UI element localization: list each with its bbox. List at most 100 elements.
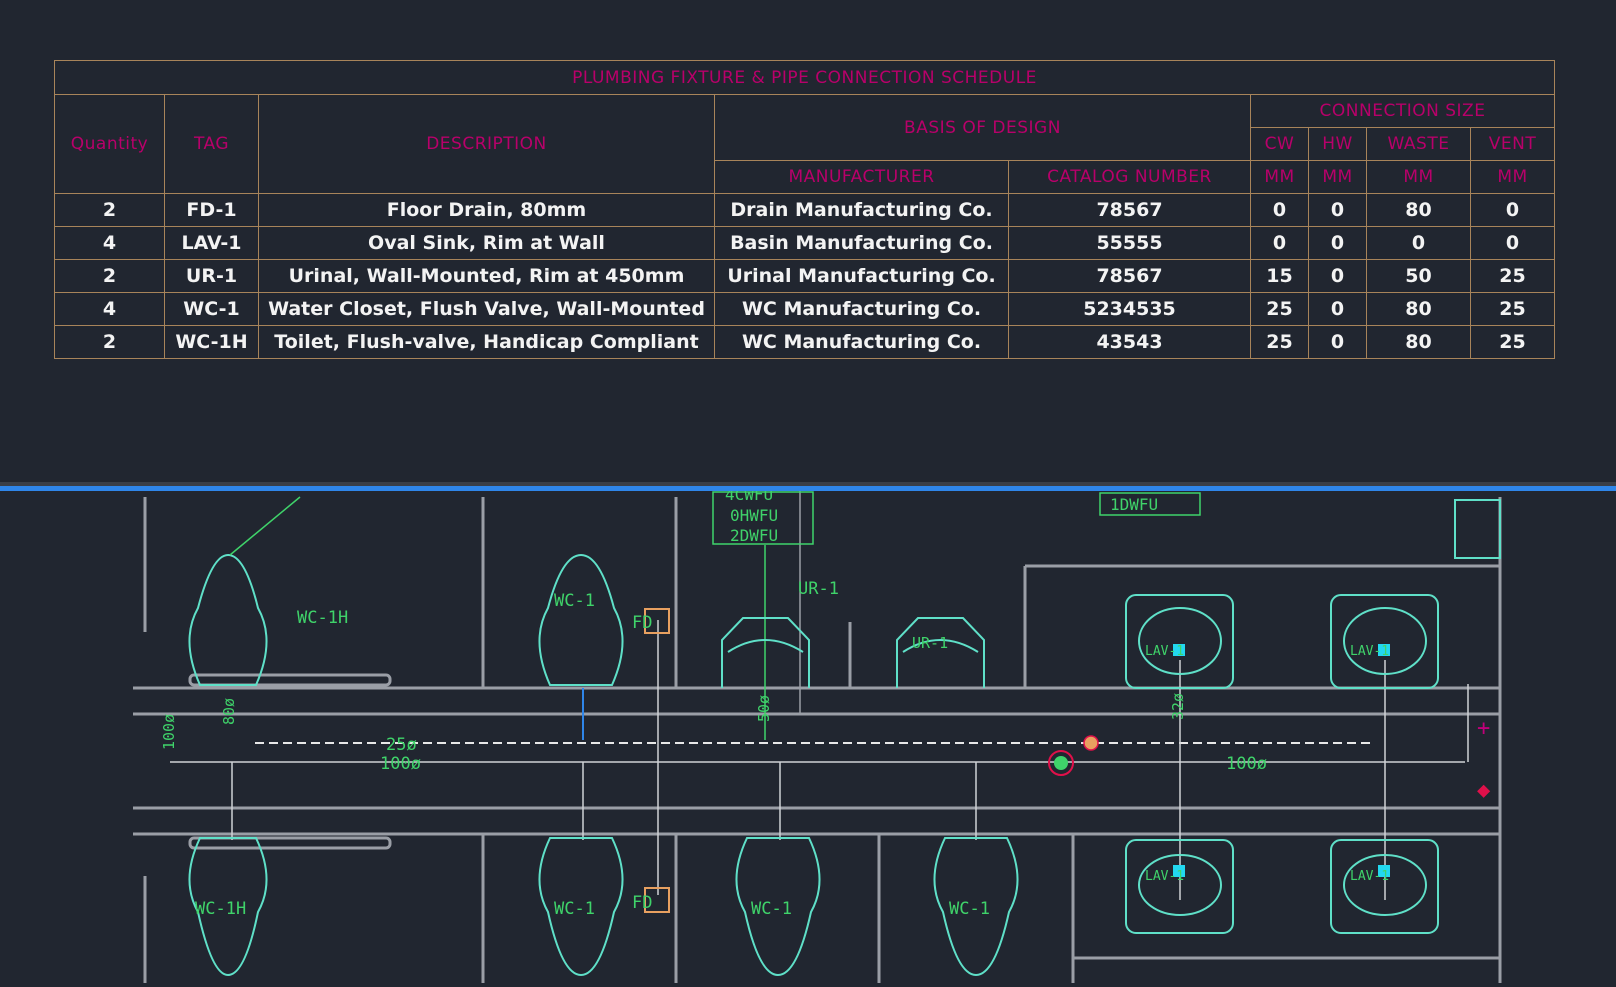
waste-cell: 80 bbox=[1366, 292, 1471, 326]
wc1h-bottom-label: WC-1H bbox=[195, 899, 246, 919]
cw-cell: 25 bbox=[1250, 325, 1309, 359]
manufacturer-cell: WC Manufacturing Co. bbox=[714, 325, 1009, 359]
vent-cell: 25 bbox=[1470, 292, 1555, 326]
fd-bottom-label: FD bbox=[632, 893, 652, 913]
fixtures-bottom bbox=[188, 837, 1439, 977]
wc1-top-fixture bbox=[538, 553, 624, 686]
waste-cell: 0 bbox=[1366, 226, 1471, 260]
urinal-2 bbox=[896, 617, 985, 688]
cw-unit-header: MM bbox=[1250, 160, 1309, 194]
vent-cell: 25 bbox=[1470, 259, 1555, 293]
pipe-size-25: 25ø bbox=[386, 735, 417, 755]
catalog-cell: 55555 bbox=[1008, 226, 1251, 260]
pipe-size-100: 100ø bbox=[380, 754, 421, 774]
tag-cell: WC-1H bbox=[164, 325, 259, 359]
vent-cell: 0 bbox=[1470, 226, 1555, 260]
lav-4-label: LAV-1 bbox=[1350, 869, 1389, 884]
lav-2-label: LAV-1 bbox=[1350, 644, 1389, 659]
description-cell: Toilet, Flush-valve, Handicap Compliant bbox=[258, 325, 715, 359]
waste-cell: 80 bbox=[1366, 193, 1471, 227]
ur1-label: UR-1 bbox=[798, 579, 839, 599]
catalog-cell: 78567 bbox=[1008, 259, 1251, 293]
wc1-bottom-label-c: WC-1 bbox=[949, 899, 990, 919]
connection-size-header: CONNECTION SIZE bbox=[1250, 94, 1555, 128]
basis-of-design-header: BASIS OF DESIGN bbox=[714, 94, 1251, 161]
catalog-cell: 5234535 bbox=[1008, 292, 1251, 326]
markers: + ◆ bbox=[1048, 716, 1491, 803]
wc1h-top-fixture bbox=[188, 553, 268, 686]
tag-box-line-2: 0HWFU bbox=[730, 506, 778, 525]
hw-header: HW bbox=[1308, 127, 1367, 161]
vent-header: VENT bbox=[1470, 127, 1555, 161]
cw-cell: 25 bbox=[1250, 292, 1309, 326]
manufacturer-cell: Basin Manufacturing Co. bbox=[714, 226, 1009, 260]
catalog-number-header: CATALOG NUMBER bbox=[1008, 160, 1251, 194]
lav-3-label: LAV-1 bbox=[1145, 869, 1184, 884]
pipe-size-100-vertical: 100ø bbox=[160, 714, 178, 750]
manufacturer-cell: Urinal Manufacturing Co. bbox=[714, 259, 1009, 293]
plus-marker-1: + bbox=[1477, 716, 1490, 741]
tag-cell: FD-1 bbox=[164, 193, 259, 227]
quantity-cell: 2 bbox=[54, 193, 165, 227]
quantity-cell: 2 bbox=[54, 259, 165, 293]
manufacturer-cell: Drain Manufacturing Co. bbox=[714, 193, 1009, 227]
quantity-cell: 2 bbox=[54, 325, 165, 359]
ur1-inner-label: UR-1 bbox=[912, 634, 948, 652]
waste-unit-header: MM bbox=[1366, 160, 1471, 194]
quantity-header: Quantity bbox=[54, 94, 165, 194]
manufacturer-cell: WC Manufacturing Co. bbox=[714, 292, 1009, 326]
schedule-viewport[interactable]: PLUMBING FIXTURE & PIPE CONNECTION SCHED… bbox=[0, 0, 1616, 485]
description-header: DESCRIPTION bbox=[258, 94, 715, 194]
cw-header: CW bbox=[1250, 127, 1309, 161]
description-cell: Floor Drain, 80mm bbox=[258, 193, 715, 227]
hw-cell: 0 bbox=[1308, 226, 1367, 260]
tag-header: TAG bbox=[164, 94, 259, 194]
catalog-cell: 43543 bbox=[1008, 325, 1251, 359]
description-cell: Urinal, Wall-Mounted, Rim at 450mm bbox=[258, 259, 715, 293]
fd-top-label: FD bbox=[632, 613, 652, 633]
floor-drains bbox=[644, 608, 670, 913]
pipe-size-80: 80ø bbox=[220, 698, 238, 725]
table-row: 2 WC-1H Toilet, Flush-valve, Handicap Co… bbox=[54, 325, 1555, 359]
wc1-top-label: WC-1 bbox=[554, 591, 595, 611]
tag-boxes bbox=[229, 491, 1201, 556]
quantity-cell: 4 bbox=[54, 292, 165, 326]
table-row: 4 LAV-1 Oval Sink, Rim at Wall Basin Man… bbox=[54, 226, 1555, 260]
pipe-size-50: 50ø bbox=[755, 695, 773, 722]
cleanout-center bbox=[1054, 756, 1068, 770]
hw-cell: 0 bbox=[1308, 259, 1367, 293]
corner-fixture bbox=[1454, 499, 1501, 559]
fixtures-top bbox=[188, 499, 1501, 689]
tag-box-line-1: 4CWFU bbox=[725, 491, 773, 504]
table-row: 2 FD-1 Floor Drain, 80mm Drain Manufactu… bbox=[54, 193, 1555, 227]
plumbing-plan-drawing[interactable]: + ◆ WC-1H WC-1 FD UR-1 UR-1 4CWFU 0HWFU … bbox=[0, 485, 1616, 983]
cw-cell: 0 bbox=[1250, 193, 1309, 227]
valve-marker bbox=[1083, 735, 1099, 751]
hw-unit-header: MM bbox=[1308, 160, 1367, 194]
diamond-marker: ◆ bbox=[1477, 778, 1491, 803]
drawing-labels: WC-1H WC-1 FD UR-1 UR-1 4CWFU 0HWFU 2DWF… bbox=[160, 485, 1389, 919]
table-row: 4 WC-1 Water Closet, Flush Valve, Wall-M… bbox=[54, 292, 1555, 326]
table-row: 2 UR-1 Urinal, Wall-Mounted, Rim at 450m… bbox=[54, 259, 1555, 293]
plan-viewport[interactable]: + ◆ WC-1H WC-1 FD UR-1 UR-1 4CWFU 0HWFU … bbox=[0, 485, 1616, 983]
cw-cell: 15 bbox=[1250, 259, 1309, 293]
vent-unit-header: MM bbox=[1470, 160, 1555, 194]
lav-markers bbox=[1173, 644, 1390, 877]
description-cell: Oval Sink, Rim at Wall bbox=[258, 226, 715, 260]
lav-1-label: LAV-1 bbox=[1145, 644, 1184, 659]
vent-cell: 0 bbox=[1470, 193, 1555, 227]
manufacturer-header: MANUFACTURER bbox=[714, 160, 1009, 194]
catalog-cell: 78567 bbox=[1008, 193, 1251, 227]
waste-cell: 50 bbox=[1366, 259, 1471, 293]
wc1h-top-label: WC-1H bbox=[297, 608, 348, 628]
grab-bar-bottom bbox=[188, 836, 392, 850]
schedule-title: PLUMBING FIXTURE & PIPE CONNECTION SCHED… bbox=[54, 60, 1555, 95]
waste-header: WASTE bbox=[1366, 127, 1471, 161]
pipe-size-100-right: 100ø bbox=[1226, 754, 1267, 774]
cw-cell: 0 bbox=[1250, 226, 1309, 260]
wc1-bottom-label-b: WC-1 bbox=[751, 899, 792, 919]
plumbing-fixture-schedule-table[interactable]: PLUMBING FIXTURE & PIPE CONNECTION SCHED… bbox=[54, 60, 1555, 359]
tag-cell: LAV-1 bbox=[164, 226, 259, 260]
wc1-bottom-label-a: WC-1 bbox=[554, 899, 595, 919]
quantity-cell: 4 bbox=[54, 226, 165, 260]
